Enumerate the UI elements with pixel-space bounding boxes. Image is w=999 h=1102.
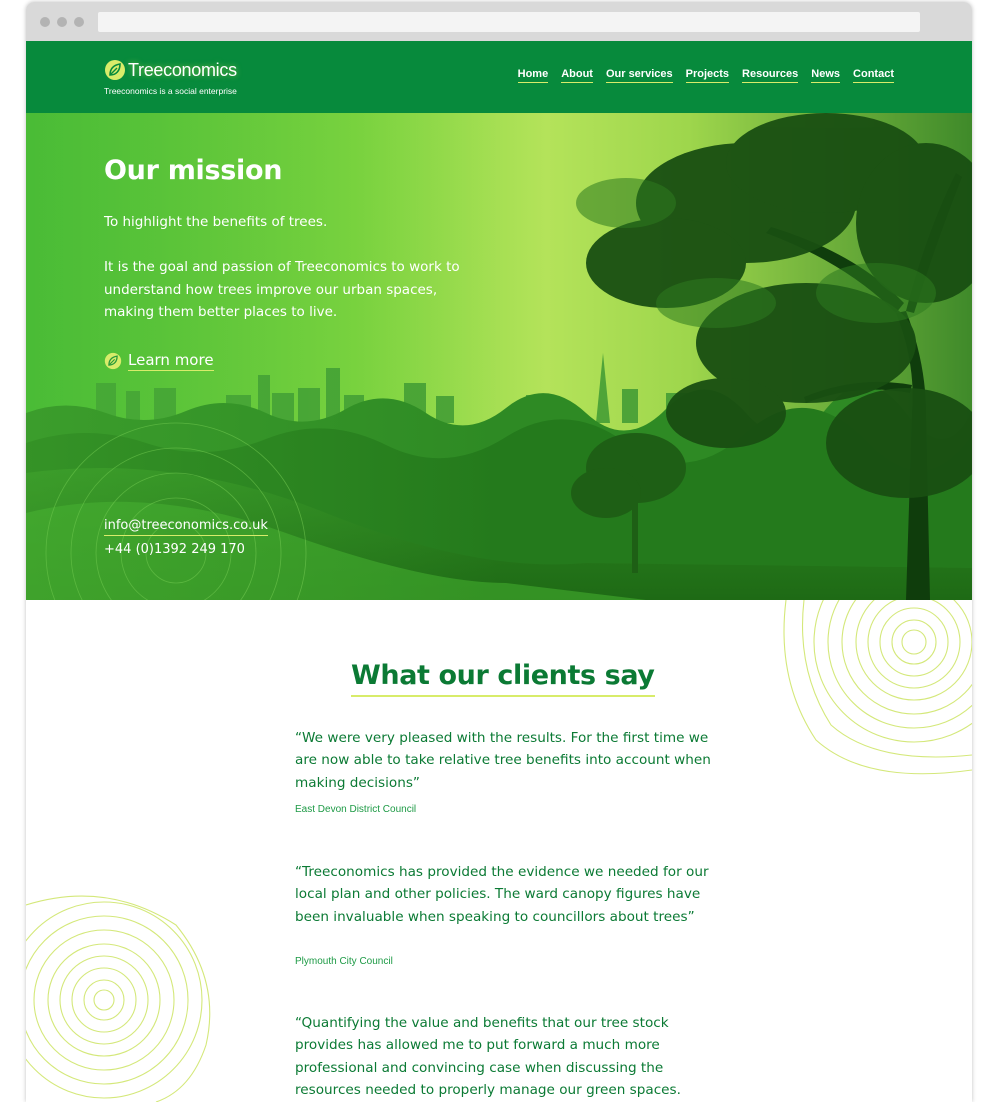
- brand-tagline: Treeconomics is a social enterprise: [104, 86, 237, 96]
- nav-resources[interactable]: Resources: [742, 68, 799, 83]
- phone-number: +44 (0)1392 249 170: [104, 542, 245, 557]
- browser-window: Treeconomics Treeconomics is a social en…: [26, 2, 972, 1102]
- nav-contact[interactable]: Contact: [853, 68, 894, 83]
- learn-more-label: Learn more: [128, 351, 214, 371]
- hero-section: Our mission To highlight the benefits of…: [26, 113, 972, 600]
- hero-title: Our mission: [104, 155, 283, 186]
- site-header: Treeconomics Treeconomics is a social en…: [26, 41, 972, 113]
- testimonial-source-1: East Devon District Council: [295, 804, 417, 815]
- hero-lead: To highlight the benefits of trees.: [104, 214, 328, 230]
- hero-body: It is the goal and passion of Treeconomi…: [104, 259, 460, 320]
- tree-rings-graphic-top: [783, 600, 972, 775]
- testimonial-source-2: Plymouth City Council: [295, 956, 393, 967]
- address-bar[interactable]: [98, 12, 920, 32]
- testimonials-section: What our clients say “We were very pleas…: [26, 600, 972, 1102]
- leaf-icon: [104, 352, 122, 370]
- tree-rings-graphic-bottom: [26, 895, 211, 1102]
- leaf-logo-icon: [105, 60, 125, 80]
- brand-name: Treeconomics: [128, 60, 237, 80]
- testimonial-quote-1: “We were very pleased with the results. …: [295, 730, 711, 791]
- main-nav: Home About Our services Projects Resourc…: [517, 68, 894, 83]
- window-maximize-dot[interactable]: [74, 17, 84, 27]
- nav-home[interactable]: Home: [517, 68, 549, 83]
- browser-toolbar: [26, 2, 972, 41]
- nav-about[interactable]: About: [561, 68, 593, 83]
- email-link[interactable]: info@treeconomics.co.uk: [104, 518, 268, 536]
- testimonial-quote-2: “Treeconomics has provided the evidence …: [295, 864, 709, 925]
- nav-projects[interactable]: Projects: [685, 68, 730, 83]
- nav-our-services[interactable]: Our services: [605, 68, 673, 83]
- window-close-dot[interactable]: [40, 17, 50, 27]
- testimonials-title: What our clients say: [351, 660, 655, 697]
- nav-news[interactable]: News: [811, 68, 841, 83]
- brand-logo[interactable]: Treeconomics Treeconomics is a social en…: [104, 58, 264, 100]
- learn-more-link[interactable]: Learn more: [104, 351, 214, 371]
- testimonial-quote-3: “Quantifying the value and benefits that…: [295, 1015, 681, 1098]
- window-minimize-dot[interactable]: [57, 17, 67, 27]
